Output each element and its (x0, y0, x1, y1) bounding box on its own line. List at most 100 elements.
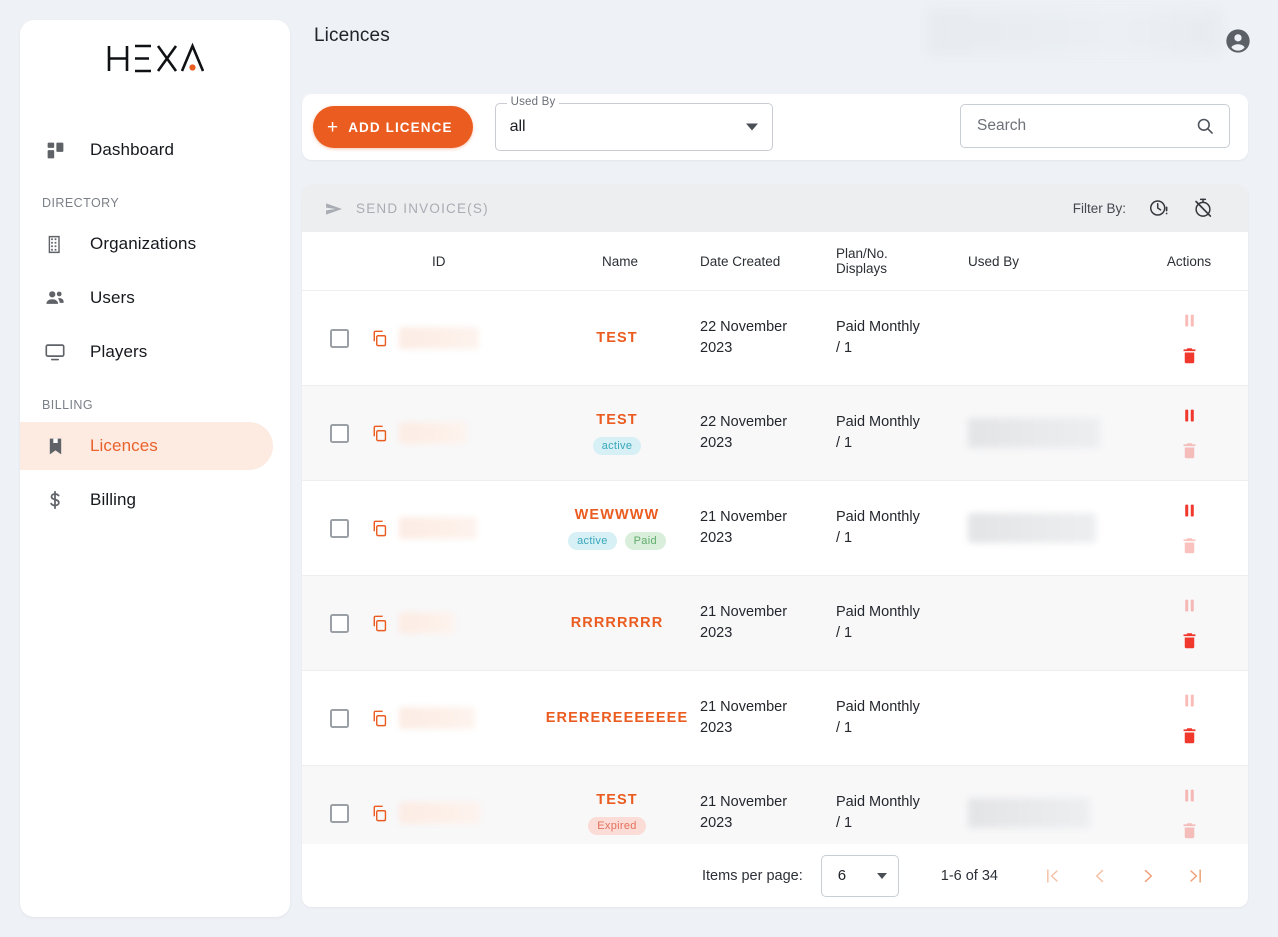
search-field[interactable] (960, 104, 1230, 148)
row-id-cell (370, 290, 540, 386)
date-created-line1: 21 November (700, 699, 788, 716)
row-used-by-cell (968, 290, 1130, 386)
plus-icon: + (327, 116, 340, 138)
sidebar-item-players[interactable]: Players (20, 328, 273, 376)
account-circle-icon[interactable] (1224, 27, 1252, 55)
used-by-value: all (509, 118, 526, 135)
date-created-line1: 21 November (700, 794, 788, 811)
hexa-logo-mark (106, 42, 204, 76)
row-select-cell (302, 670, 370, 766)
badge-group: active (540, 436, 694, 455)
header-used-by: Used By (968, 232, 1130, 291)
sidebar-item-label: Users (90, 288, 135, 307)
pending-clock-icon[interactable] (1148, 197, 1170, 219)
delete-trash-icon[interactable] (1180, 631, 1199, 650)
plan-line2: / 1 (836, 340, 853, 356)
table-action-bar: SEND INVOICE(S) Filter By: (302, 184, 1248, 232)
sidebar-item-dashboard[interactable]: Dashboard (20, 126, 273, 174)
next-page-button[interactable] (1124, 856, 1172, 896)
timer-off-icon[interactable] (1192, 197, 1214, 219)
delete-trash-icon[interactable] (1180, 536, 1199, 555)
table-row[interactable]: TEST 22 November 2023 Paid Monthly / 1 (302, 290, 1248, 386)
date-created-line2: 2023 (700, 435, 733, 451)
row-checkbox[interactable] (330, 708, 349, 728)
redacted-used-by-value (968, 418, 1100, 448)
pause-icon[interactable] (1180, 786, 1199, 805)
copy-icon[interactable] (370, 424, 389, 443)
pause-icon[interactable] (1180, 596, 1199, 615)
copy-icon[interactable] (370, 709, 389, 728)
search-input[interactable] (961, 105, 1176, 147)
first-page-button[interactable] (1028, 856, 1076, 896)
row-checkbox[interactable] (330, 613, 349, 633)
pause-icon[interactable] (1180, 691, 1199, 710)
row-date-cell: 22 November 2023 (700, 385, 836, 481)
items-per-page-select[interactable]: 6 (820, 854, 899, 897)
last-page-button[interactable] (1172, 856, 1220, 896)
sidebar-item-label: Licences (90, 436, 158, 455)
delete-trash-icon[interactable] (1180, 726, 1199, 745)
row-select-cell (302, 290, 370, 386)
row-id-cell (370, 670, 540, 766)
licence-name: WEWWWW (574, 506, 660, 523)
row-checkbox[interactable] (330, 518, 349, 538)
row-id-cell (370, 575, 540, 671)
paginator: Items per page: 6 1-6 of 34 (302, 844, 1248, 907)
plan-line1: Paid Monthly (836, 604, 920, 621)
delete-trash-icon[interactable] (1180, 821, 1199, 840)
date-created-line1: 22 November (700, 414, 788, 431)
pause-icon[interactable] (1180, 501, 1199, 520)
table-body: TEST 22 November 2023 Paid Monthly / 1 T… (302, 290, 1248, 861)
pause-icon[interactable] (1180, 311, 1199, 330)
dashboard-icon (42, 137, 68, 163)
filter-controls: Filter By: (1073, 197, 1214, 219)
plan-line1: Paid Monthly (836, 794, 920, 811)
licences-page: Dashboard DIRECTORY Organizations Users … (0, 0, 1278, 937)
row-name-cell: WEWWWW active Paid (540, 480, 700, 576)
redacted-id-value (399, 707, 475, 729)
copy-icon[interactable] (370, 519, 389, 538)
chevron-right-icon (1144, 869, 1153, 882)
copy-icon[interactable] (370, 804, 389, 823)
table-row[interactable]: TEST active 22 November 2023 Paid Monthl… (302, 385, 1248, 481)
licences-table: ID Name Date Created Plan/No. Displays U… (302, 232, 1248, 861)
used-by-select[interactable]: Used By all (494, 96, 773, 151)
delete-trash-icon[interactable] (1180, 346, 1199, 365)
sidebar-item-users[interactable]: Users (20, 274, 273, 322)
add-licence-button[interactable]: + ADD LICENCE (313, 106, 473, 148)
delete-trash-icon[interactable] (1180, 441, 1199, 460)
row-checkbox[interactable] (330, 423, 349, 443)
table-row[interactable]: RRRRRRRR 21 November 2023 Paid Monthly /… (302, 575, 1248, 671)
first-page-icon (1047, 868, 1058, 883)
redacted-id-value (399, 802, 481, 824)
search-icon[interactable] (1195, 116, 1215, 136)
previous-page-button[interactable] (1076, 856, 1124, 896)
plan-line1: Paid Monthly (836, 509, 920, 526)
badge-group: Expired (540, 816, 694, 835)
table-row[interactable]: WEWWWW active Paid 21 November 2023 Paid … (302, 480, 1248, 576)
row-id-cell (370, 385, 540, 481)
header-plan-line1: Plan/No. (836, 246, 888, 261)
row-checkbox[interactable] (330, 803, 349, 823)
sidebar-item-licences[interactable]: Licences (20, 422, 273, 470)
copy-icon[interactable] (370, 614, 389, 633)
copy-icon[interactable] (370, 329, 389, 348)
filter-by-label: Filter By: (1072, 200, 1126, 216)
pause-icon[interactable] (1180, 406, 1199, 425)
sidebar-item-organizations[interactable]: Organizations (20, 220, 273, 268)
row-checkbox[interactable] (330, 328, 349, 348)
row-plan-cell: Paid Monthly / 1 (836, 385, 968, 481)
organizations-icon (42, 231, 68, 257)
header-actions: Actions (1130, 232, 1248, 291)
chevron-down-icon (745, 123, 758, 131)
redacted-id-value (399, 327, 479, 349)
page-title: Licences (314, 25, 390, 46)
send-invoices-button[interactable]: SEND INVOICE(S) (324, 199, 489, 217)
users-icon (42, 285, 68, 311)
table-row[interactable]: EREREREEEEEEE 21 November 2023 Paid Mont… (302, 670, 1248, 766)
licences-bookmark-icon (42, 433, 68, 459)
redacted-used-by-value (968, 798, 1090, 828)
row-select-cell (302, 575, 370, 671)
items-per-page-value: 6 (837, 867, 847, 884)
sidebar-item-billing[interactable]: Billing (20, 476, 273, 524)
